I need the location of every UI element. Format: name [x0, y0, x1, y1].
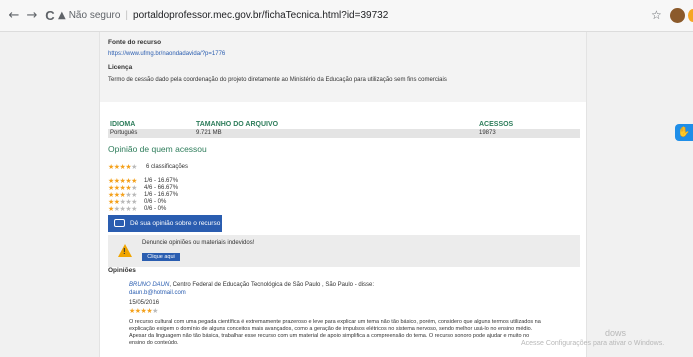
- bookmark-star-icon[interactable]: ☆: [651, 8, 662, 22]
- ratings-title: Opinião de quem acessou: [108, 144, 207, 154]
- table-header-access: ACESSOS: [479, 121, 514, 128]
- profile-avatar[interactable]: [670, 8, 685, 23]
- rating-row-2-text: 0/6 - 0%: [144, 199, 167, 205]
- rating-row-4-text: 4/6 - 66.67%: [144, 185, 179, 191]
- rating-row-1-stars[interactable]: ★★★★★: [108, 205, 137, 213]
- opinion-date: 15/05/2016: [129, 300, 160, 306]
- table-cell-language: Português: [110, 130, 138, 136]
- table-cell-access: 19873: [479, 130, 496, 136]
- forward-arrow-icon[interactable]: →: [24, 8, 40, 24]
- report-text: Denuncie opiniões ou materiais indevidos…: [142, 240, 255, 246]
- warning-triangle-icon: !: [118, 244, 132, 257]
- warning-icon: ▲: [58, 10, 66, 21]
- give-opinion-button[interactable]: Dê sua opinião sobre o recurso: [108, 215, 222, 232]
- star-empty-icon: ★: [131, 163, 137, 171]
- reload-icon[interactable]: C: [42, 8, 58, 24]
- source-label: Fonte do recurso: [108, 39, 162, 46]
- opinion-stars: ★★★★★: [129, 307, 158, 315]
- rating-row-1-text: 0/6 - 0%: [144, 206, 167, 212]
- not-secure-label[interactable]: Não seguro: [69, 10, 121, 21]
- resource-info-panel: [100, 32, 586, 102]
- back-arrow-icon[interactable]: ←: [6, 8, 22, 24]
- opinions-title: Opiniões: [108, 267, 136, 274]
- opinion-text-line-3: Apesar da linguagem não tão básica, trab…: [129, 333, 530, 339]
- address-bar[interactable]: ▲ Não seguro | portaldoprofessor.mec.gov.br…: [58, 6, 478, 26]
- windows-watermark-text: Acesse Configurações para ativar o Windo…: [521, 340, 665, 347]
- summary-rating-stars: ★★★★★: [108, 163, 137, 171]
- report-panel: ! Denuncie opiniões ou materiais indevid…: [108, 235, 580, 267]
- extension-icon[interactable]: [688, 9, 693, 22]
- table-header-size: TAMANHO DO ARQUIVO: [196, 121, 279, 128]
- star-icon: ★★★★: [108, 163, 132, 171]
- rating-row-5-text: 1/6 - 16.67%: [144, 178, 179, 184]
- license-label: Licença: [108, 64, 133, 71]
- give-opinion-label: Dê sua opinião sobre o recurso: [130, 220, 221, 227]
- page-content: Fonte do recurso https://www.ufmg.br/nao…: [99, 32, 587, 357]
- opinion-author-line: BRUNO DAUN, Centro Federal de Educação T…: [129, 282, 374, 288]
- license-text: Termo de cessão dado pela coordenação do…: [108, 77, 447, 83]
- opinion-author[interactable]: BRUNO DAUN: [129, 282, 169, 288]
- windows-watermark-title: dows: [605, 328, 627, 338]
- opinion-author-rest: , Centro Federal de Educação Tecnológica…: [169, 282, 375, 288]
- ratings-count: 6 classificações: [146, 164, 189, 170]
- table-cell-size: 9.721 MB: [196, 130, 222, 136]
- table-header-language: IDIOMA: [110, 121, 136, 128]
- accessibility-hand-icon[interactable]: ✋: [675, 124, 693, 141]
- source-link[interactable]: https://www.ufmg.br/naondadavida/?p=1776: [108, 51, 225, 57]
- opinion-text-line-1: O recurso cultural com uma pegada cientí…: [129, 319, 541, 325]
- rating-row-3-text: 1/6 - 16.67%: [144, 192, 179, 198]
- opinion-text-line-4: ensino do conteúdo.: [129, 340, 179, 346]
- table-row: [108, 129, 580, 138]
- opinion-text-line-2: explicação exigem o domínio de alguns co…: [129, 326, 533, 332]
- chat-icon: [114, 219, 125, 227]
- url-text[interactable]: portaldoprofessor.mec.gov.br/fichaTecnic…: [133, 10, 388, 21]
- browser-toolbar: ← → C ▲ Não seguro | portaldoprofessor.mec.…: [0, 0, 693, 32]
- opinion-email[interactable]: daun.b@hotmail.com: [129, 290, 186, 296]
- report-button[interactable]: Clique aqui: [142, 253, 180, 261]
